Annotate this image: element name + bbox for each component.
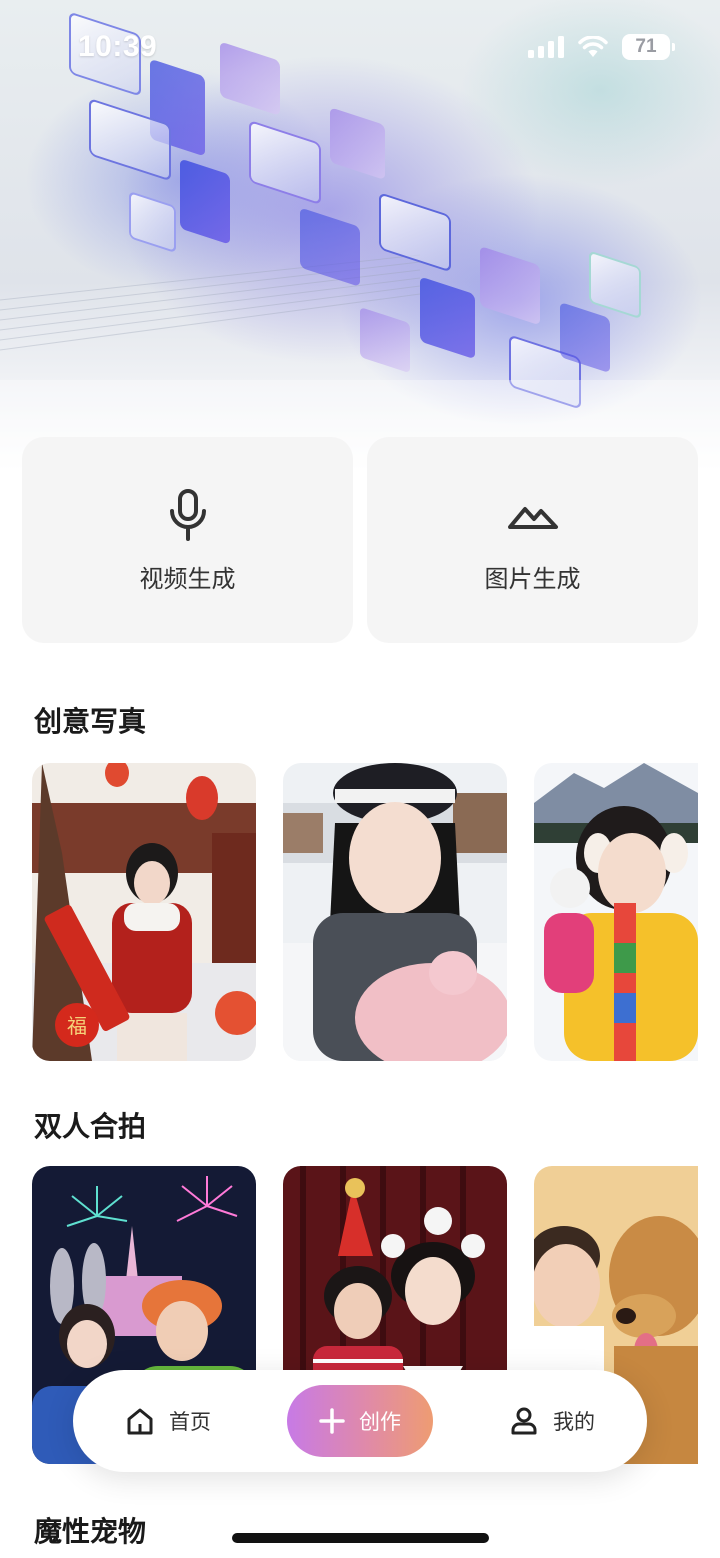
section-title-duo-photo: 双人合拍	[34, 1110, 147, 1143]
portrait-thumbnail-image	[534, 763, 698, 1061]
wifi-icon	[578, 36, 608, 57]
microphone-icon	[169, 489, 206, 541]
svg-text:福: 福	[67, 1014, 87, 1038]
portrait-thumbnail-image	[283, 763, 507, 1061]
video-generate-card[interactable]: 视频生成	[22, 437, 353, 643]
nav-profile[interactable]: 我的	[509, 1370, 595, 1472]
status-time: 10:39	[78, 30, 158, 63]
mountain-icon	[507, 507, 558, 529]
video-generate-label: 视频生成	[139, 565, 236, 593]
status-bar: 10:39 71	[0, 0, 720, 96]
nav-create-button[interactable]: 创作	[287, 1385, 433, 1457]
image-generate-card[interactable]: 图片生成	[367, 437, 698, 643]
portrait-tile[interactable]: 福	[32, 763, 256, 1061]
nav-create-label: 创作	[359, 1410, 401, 1434]
section-title-quirky-pets: 魔性宠物	[34, 1515, 147, 1548]
home-indicator	[232, 1533, 489, 1543]
bottom-nav-bar: 首页 创作 我的	[73, 1370, 647, 1472]
portrait-thumbnail-image: 福	[32, 763, 256, 1061]
status-icons: 71	[528, 34, 675, 60]
nav-home[interactable]: 首页	[125, 1370, 211, 1472]
signal-icon	[528, 36, 564, 58]
section-title-creative-portrait: 创意写真	[34, 705, 147, 738]
user-icon	[511, 1407, 537, 1435]
plus-icon	[319, 1408, 345, 1434]
battery-level: 71	[635, 36, 657, 57]
home-icon	[127, 1408, 153, 1435]
portrait-tile[interactable]	[283, 763, 507, 1061]
portrait-tile[interactable]	[534, 763, 698, 1061]
nav-home-label: 首页	[169, 1410, 211, 1434]
battery-icon: 71	[622, 34, 675, 60]
nav-profile-label: 我的	[553, 1410, 595, 1434]
image-generate-label: 图片生成	[484, 565, 581, 593]
